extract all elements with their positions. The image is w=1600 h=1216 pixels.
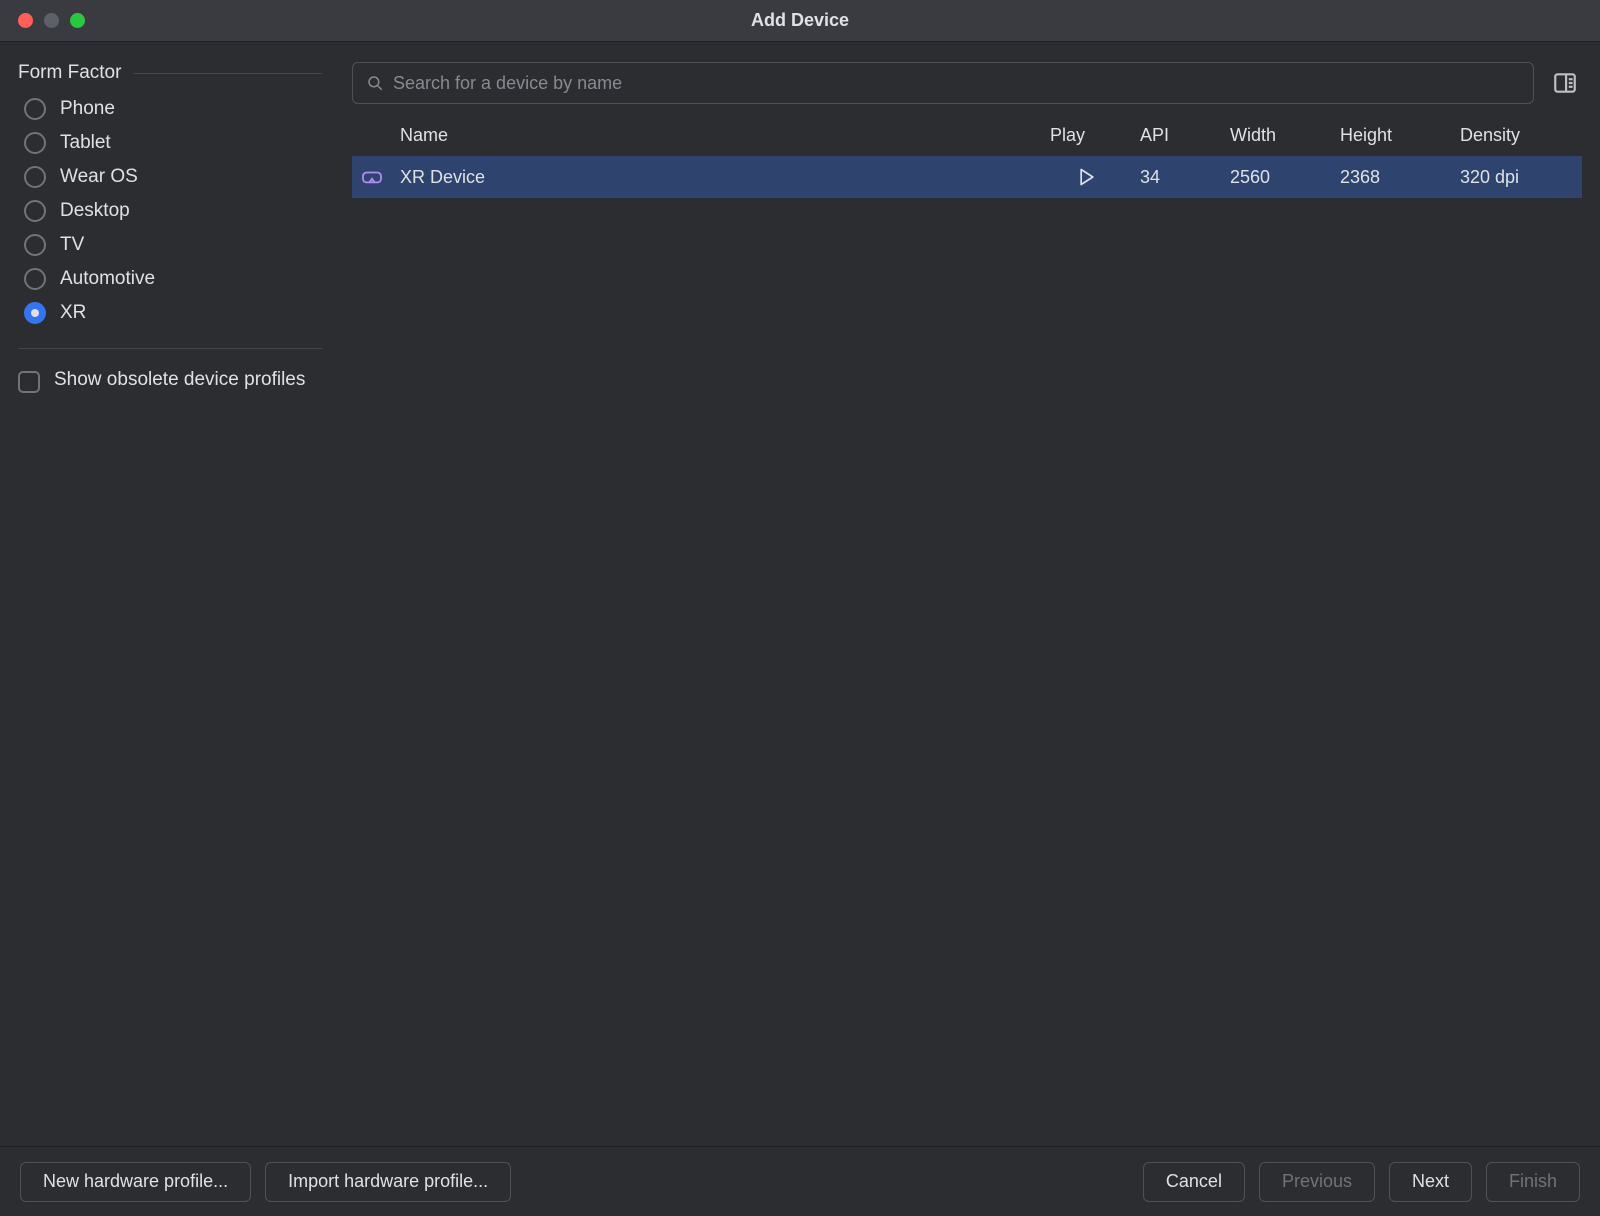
window-controls	[18, 13, 85, 28]
cell-density: 320 dpi	[1452, 167, 1582, 188]
radio-label: XR	[60, 302, 86, 324]
titlebar: Add Device	[0, 0, 1600, 42]
checkbox-icon	[18, 371, 40, 393]
minimize-window-icon[interactable]	[44, 13, 59, 28]
form-factor-header: Form Factor	[18, 62, 322, 84]
obsolete-profiles-label: Show obsolete device profiles	[54, 367, 305, 393]
divider	[133, 73, 322, 74]
radio-icon	[24, 132, 46, 154]
search-input[interactable]	[352, 62, 1534, 104]
form-factor-label: Form Factor	[18, 62, 121, 84]
next-button[interactable]: Next	[1389, 1162, 1472, 1202]
form-factor-radio-tablet[interactable]: Tablet	[24, 132, 322, 154]
radio-icon	[24, 302, 46, 324]
window-title: Add Device	[751, 10, 849, 31]
xr-device-icon	[352, 168, 392, 186]
radio-icon	[24, 200, 46, 222]
col-height[interactable]: Height	[1332, 125, 1452, 146]
radio-label: Desktop	[60, 200, 130, 222]
cell-api: 34	[1132, 167, 1222, 188]
radio-label: Automotive	[60, 268, 155, 290]
col-name[interactable]: Name	[392, 125, 1042, 146]
cell-height: 2368	[1332, 167, 1452, 188]
radio-label: Tablet	[60, 132, 111, 154]
col-density[interactable]: Density	[1452, 125, 1582, 146]
radio-icon	[24, 166, 46, 188]
previous-button[interactable]: Previous	[1259, 1162, 1375, 1202]
form-factor-radio-wear-os[interactable]: Wear OS	[24, 166, 322, 188]
close-window-icon[interactable]	[18, 13, 33, 28]
col-width[interactable]: Width	[1222, 125, 1332, 146]
obsolete-profiles-checkbox[interactable]: Show obsolete device profiles	[18, 367, 322, 393]
finish-button[interactable]: Finish	[1486, 1162, 1580, 1202]
form-factor-radio-desktop[interactable]: Desktop	[24, 200, 322, 222]
import-hardware-profile-button[interactable]: Import hardware profile...	[265, 1162, 511, 1202]
radio-icon	[24, 234, 46, 256]
play-store-icon	[1042, 167, 1132, 187]
search-icon	[366, 74, 384, 92]
cell-name: XR Device	[392, 167, 1042, 188]
maximize-window-icon[interactable]	[70, 13, 85, 28]
col-api[interactable]: API	[1132, 125, 1222, 146]
main-panel: Name Play API Width Height Density XR De…	[340, 42, 1600, 1146]
form-factor-radio-phone[interactable]: Phone	[24, 98, 322, 120]
footer: New hardware profile... Import hardware …	[0, 1146, 1600, 1216]
radio-icon	[24, 98, 46, 120]
radio-label: TV	[60, 234, 84, 256]
form-factor-radio-automotive[interactable]: Automotive	[24, 268, 322, 290]
sidebar-divider	[18, 348, 322, 349]
form-factor-radio-xr[interactable]: XR	[24, 302, 322, 324]
cancel-button[interactable]: Cancel	[1143, 1162, 1245, 1202]
new-hardware-profile-button[interactable]: New hardware profile...	[20, 1162, 251, 1202]
radio-label: Wear OS	[60, 166, 138, 188]
col-play[interactable]: Play	[1042, 125, 1132, 146]
details-panel-toggle-icon[interactable]	[1548, 66, 1582, 100]
table-row[interactable]: XR Device 3425602368320 dpi	[352, 156, 1582, 198]
form-factor-radio-tv[interactable]: TV	[24, 234, 322, 256]
sidebar: Form Factor Phone Tablet Wear OS Desktop TV A…	[0, 42, 340, 1146]
device-table: Name Play API Width Height Density XR De…	[352, 114, 1582, 1146]
table-header: Name Play API Width Height Density	[352, 114, 1582, 156]
radio-label: Phone	[60, 98, 115, 120]
cell-width: 2560	[1222, 167, 1332, 188]
radio-icon	[24, 268, 46, 290]
